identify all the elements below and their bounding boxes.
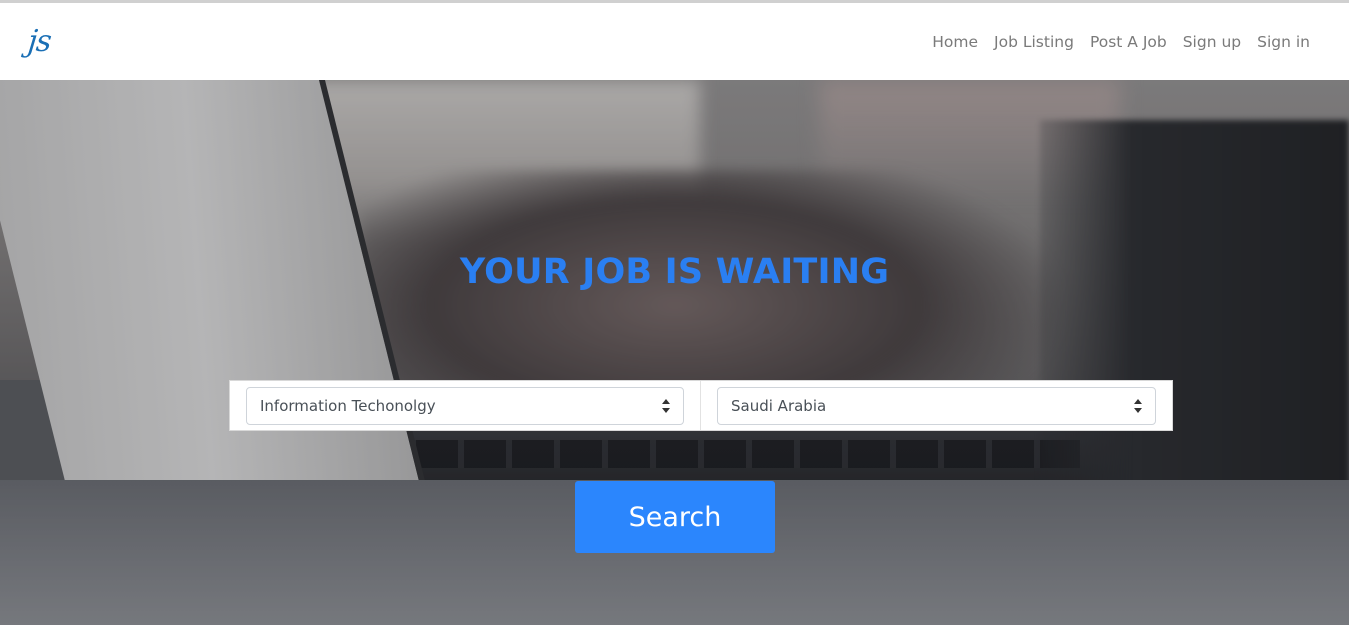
- select-arrows-icon: [1134, 399, 1142, 413]
- nav-job-listing[interactable]: Job Listing: [986, 27, 1082, 57]
- main-nav: Home Job Listing Post A Job Sign up Sign…: [924, 27, 1317, 57]
- category-select-value: Information Techonolgy: [260, 397, 436, 415]
- category-select[interactable]: Information Techonolgy: [246, 387, 684, 425]
- navbar: js Home Job Listing Post A Job Sign up S…: [0, 3, 1349, 80]
- job-search-form: Information Techonolgy Saudi Arabia: [229, 380, 1173, 431]
- hero-section: YOUR JOB IS WAITING Information Techonol…: [0, 80, 1349, 625]
- nav-post-a-job[interactable]: Post A Job: [1082, 27, 1175, 57]
- nav-sign-in[interactable]: Sign in: [1249, 27, 1317, 57]
- hero-headline: YOUR JOB IS WAITING: [459, 252, 890, 292]
- nav-home[interactable]: Home: [924, 27, 986, 57]
- nav-sign-up[interactable]: Sign up: [1175, 27, 1249, 57]
- filter-divider: [700, 381, 701, 430]
- site-logo[interactable]: js: [26, 24, 52, 59]
- location-select-value: Saudi Arabia: [731, 397, 827, 415]
- select-arrows-icon: [662, 399, 670, 413]
- location-select[interactable]: Saudi Arabia: [717, 387, 1156, 425]
- search-button[interactable]: Search: [575, 481, 775, 553]
